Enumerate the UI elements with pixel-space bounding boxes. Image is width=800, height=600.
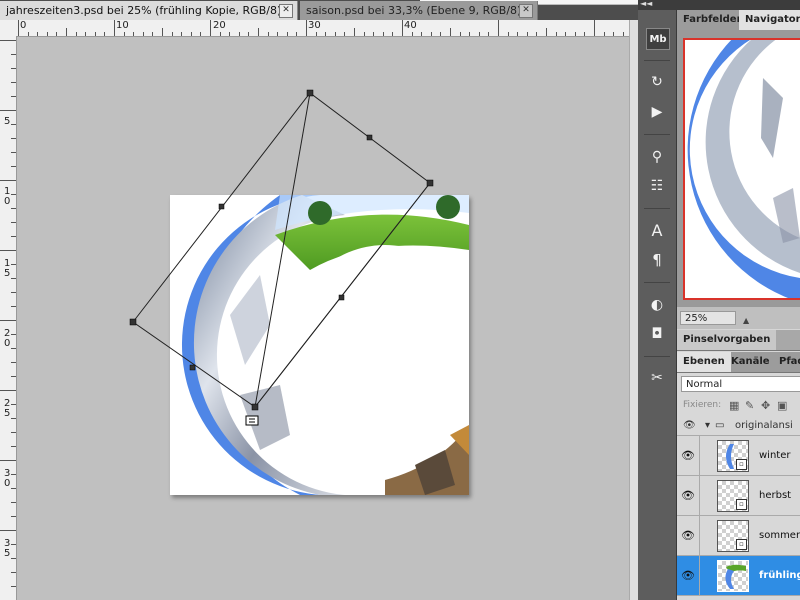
ruler-horizontal[interactable]: 0 10 20 30 40 (0, 20, 638, 37)
layer-name: frühling (759, 570, 800, 581)
lock-label: Fixieren: (683, 400, 722, 410)
zoom-out-icon[interactable]: ▲ (743, 316, 749, 325)
tab-navigator[interactable]: Navigator (739, 10, 800, 30)
actions-icon[interactable]: ▶ (646, 102, 668, 122)
transform-handle[interactable] (306, 89, 314, 97)
layers-panel: Normal Fixieren: ▦ ✎ ✥ ▣ 👁 ▾ ▭ originala… (677, 373, 800, 600)
divider (644, 356, 670, 357)
chevron-down-icon[interactable]: ▾ (705, 420, 710, 431)
layer-row-herbst[interactable]: 👁 ▫ herbst (677, 476, 800, 516)
dock-collapse-bar[interactable]: ◄◄ (638, 0, 800, 10)
transform-handle[interactable] (189, 364, 196, 371)
ruler-label: 5 (4, 268, 11, 279)
layer-row-fruehling[interactable]: 👁 frühling (677, 556, 800, 596)
smart-object-icon: ▫ (736, 499, 747, 510)
layer-thumbnail: ▫ (717, 520, 749, 552)
transform-handle[interactable] (218, 203, 225, 210)
ruler-label: 0 (4, 338, 11, 349)
transform-handle[interactable] (251, 403, 259, 411)
panel-area: Farbfelder Navigator 25% ▲ Pinselvorgabe… (677, 10, 800, 600)
transform-handle[interactable] (129, 318, 137, 326)
eye-icon[interactable]: 👁 (677, 516, 700, 555)
character-icon[interactable]: A (646, 220, 668, 240)
lock-position-icon[interactable]: ✥ (761, 399, 770, 412)
smart-object-icon: ▫ (736, 459, 747, 470)
tab-pfade[interactable]: Pfade (773, 352, 800, 372)
transform-bounding-box (132, 92, 431, 408)
ruler-label: 40 (404, 20, 417, 31)
layer-name: herbst (759, 490, 792, 501)
transform-handle[interactable] (426, 179, 434, 187)
group-name: originalansi (735, 420, 793, 431)
ruler-label: 10 (116, 20, 129, 31)
ruler-label: 0 (4, 478, 11, 489)
divider (644, 208, 670, 209)
transform-handle[interactable] (338, 294, 345, 301)
navigator-panel[interactable] (677, 30, 800, 306)
document-tab-jahreszeiten[interactable]: jahreszeiten3.psd bei 25% (frühling Kopi… (0, 1, 298, 20)
layer-thumbnail: ▫ (717, 480, 749, 512)
document-tab-bar: jahreszeiten3.psd bei 25% (frühling Kopi… (0, 0, 638, 21)
tab-ebenen[interactable]: Ebenen (677, 352, 731, 372)
adjustments-icon[interactable]: ◐ (646, 295, 668, 315)
mini-bridge-icon[interactable]: Mb (646, 28, 670, 50)
tool-presets-icon[interactable]: ☷ (646, 176, 668, 196)
tools-icon[interactable]: ✂ (646, 368, 668, 388)
layer-row-winter[interactable]: 👁 ▫ winter (677, 436, 800, 476)
transform-line (254, 92, 311, 408)
ruler-label: 5 (4, 408, 11, 419)
layer-name: sommer (759, 530, 800, 541)
document-tab-label: saison.psd bei 33,3% (Ebene 9, RGB/8) * (306, 4, 531, 17)
layer-thumbnail (717, 560, 749, 592)
layer-name: winter (759, 450, 791, 461)
panel-icon-column: Mb ↻ ▶ ⚲ ☷ A ¶ ◐ ◘ ✂ (638, 10, 677, 600)
document-tab-saison[interactable]: saison.psd bei 33,3% (Ebene 9, RGB/8) * … (300, 1, 538, 20)
blend-mode-select[interactable]: Normal (681, 376, 800, 392)
ruler-label: 5 (4, 116, 11, 127)
paragraph-icon[interactable]: ¶ (646, 250, 668, 270)
eye-icon[interactable]: 👁 (683, 420, 696, 431)
ruler-label: 20 (213, 20, 226, 31)
masks-icon[interactable]: ◘ (646, 324, 668, 344)
tab-farbfelder[interactable]: Farbfelder (677, 10, 748, 30)
document-tab-label: jahreszeiten3.psd bei 25% (frühling Kopi… (6, 4, 291, 17)
smart-object-icon: ▫ (736, 539, 747, 550)
brush-presets-panel[interactable]: Pinselvorgaben (677, 330, 800, 351)
close-icon[interactable]: ✕ (279, 4, 293, 18)
lock-options: Fixieren: ▦ ✎ ✥ ▣ (677, 397, 800, 415)
ruler-label: 5 (4, 548, 11, 559)
navigator-view-box[interactable] (683, 38, 800, 300)
lock-transparency-icon[interactable]: ▦ (729, 399, 739, 412)
distort-cursor-icon (245, 415, 259, 426)
history-icon[interactable]: ↻ (646, 72, 668, 92)
lock-image-icon[interactable]: ✎ (745, 399, 754, 412)
navigator-panel-tabs: Farbfelder Navigator (677, 10, 800, 31)
ruler-vertical[interactable]: 5 1 0 1 5 2 0 2 5 3 0 3 5 (0, 36, 17, 600)
divider (644, 282, 670, 283)
zoom-input[interactable]: 25% (680, 311, 736, 325)
transform-handle[interactable] (366, 134, 373, 141)
tab-kanaele[interactable]: Kanäle (725, 352, 776, 372)
folder-icon: ▭ (715, 420, 725, 431)
eye-icon[interactable]: 👁 (677, 476, 700, 515)
layer-row-sommer[interactable]: 👁 ▫ sommer (677, 516, 800, 556)
ruler-label: 0 (4, 196, 11, 207)
layer-thumbnail: ▫ (717, 440, 749, 472)
eye-icon[interactable]: 👁 (677, 436, 700, 475)
clone-source-icon[interactable]: ⚲ (646, 147, 668, 167)
ruler-label: 0 (20, 20, 27, 31)
divider (644, 134, 670, 135)
eye-icon[interactable]: 👁 (677, 556, 700, 595)
close-icon[interactable]: ✕ (519, 4, 533, 18)
transform-overlay[interactable] (17, 37, 629, 600)
divider (644, 60, 670, 61)
collapse-icon[interactable]: ◄◄ (640, 0, 652, 8)
ruler-label: 30 (308, 20, 321, 31)
tab-pinselvorgaben[interactable]: Pinselvorgaben (677, 330, 777, 350)
navigator-footer: 25% ▲ (677, 306, 800, 329)
canvas-area[interactable] (17, 37, 629, 600)
lock-all-icon[interactable]: ▣ (777, 399, 787, 412)
layers-panel-tabs: Ebenen Kanäle Pfade (677, 352, 800, 373)
layer-group-row[interactable]: 👁 ▾ ▭ originalansi (677, 419, 800, 436)
